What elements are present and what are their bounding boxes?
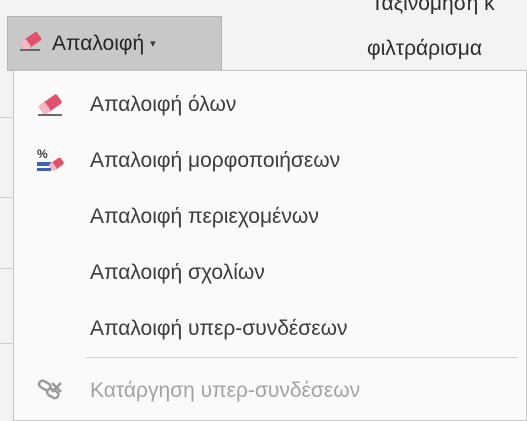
menu-item-label: Απαλοιφή σχολίων — [90, 261, 265, 284]
menu-item-label: Απαλοιφή όλων — [90, 93, 237, 116]
chevron-down-icon: ▾ — [150, 38, 156, 50]
grid-line — [0, 343, 12, 344]
menu-item-clear-hyperlinks[interactable]: Απαλοιφή υπερ-συνδέσεων — [14, 301, 526, 357]
menu-item-clear-all[interactable]: Απαλοιφή όλων — [14, 77, 526, 133]
menu-separator — [86, 357, 518, 358]
menu-item-label: Απαλοιφή υπερ-συνδέσεων — [90, 317, 348, 340]
remove-hyperlink-icon — [14, 377, 86, 405]
menu-item-clear-formats[interactable]: % Απαλοιφή μορφοποιήσεων — [14, 133, 526, 189]
grid-line — [0, 197, 12, 198]
grid-line — [0, 268, 12, 269]
clear-button-label: Απαλοιφή — [52, 31, 145, 55]
sort-filter-line1: Ταξινόμηση κ — [371, 0, 495, 15]
svg-text:%: % — [37, 147, 48, 161]
menu-item-clear-contents[interactable]: Απαλοιφή περιεχομένων — [14, 189, 526, 245]
sort-filter-label[interactable]: Ταξινόμηση κ φιλτράρισμα — [363, 0, 527, 62]
menu-item-label: Απαλοιφή περιεχομένων — [90, 205, 319, 228]
sort-filter-line2: φιλτράρισμα — [367, 37, 482, 60]
grid-line — [0, 117, 12, 118]
eraser-icon — [14, 92, 86, 118]
clear-formats-icon: % — [14, 147, 86, 175]
menu-item-label: Κατάργηση υπερ-συνδέσεων — [90, 379, 361, 402]
clear-menu: Απαλοιφή όλων % Απαλοιφή μορφοποιήσεων Α… — [13, 70, 527, 421]
menu-item-clear-comments[interactable]: Απαλοιφή σχολίων — [14, 245, 526, 301]
clear-dropdown-button[interactable]: Απαλοιφή ▾ — [7, 16, 222, 71]
menu-item-label: Απαλοιφή μορφοποιήσεων — [90, 149, 341, 172]
eraser-icon — [18, 30, 44, 58]
menu-item-remove-hyperlinks: Κατάργηση υπερ-συνδέσεων — [14, 363, 526, 419]
